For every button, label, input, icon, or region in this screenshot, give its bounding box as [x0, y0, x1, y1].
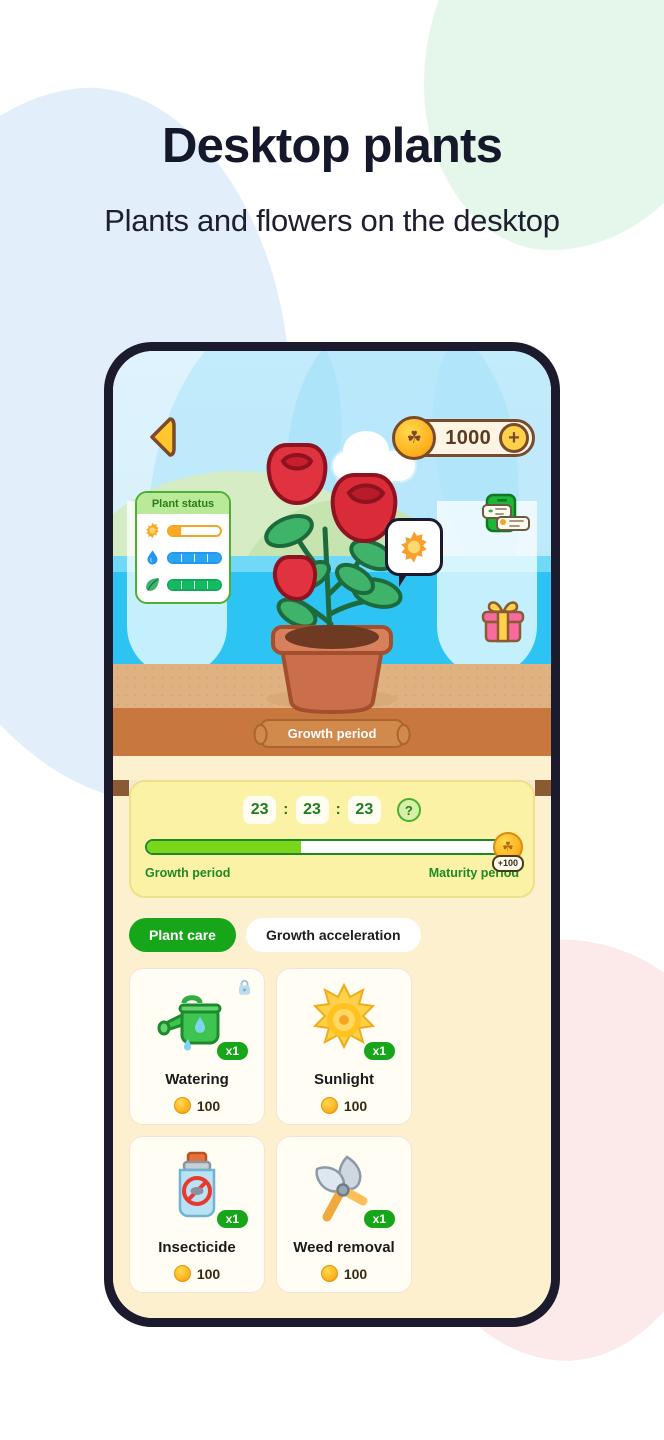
item-quantity: x1: [216, 1210, 248, 1228]
bottom-panel: 23 : 23 : 23 ? ☘ +100 Growth period Matu…: [113, 780, 551, 1318]
sunlight-meter: [167, 524, 222, 537]
plant-status-title: Plant status: [137, 493, 229, 514]
progress-fill: [147, 841, 301, 853]
growth-progress: ☘ +100: [145, 832, 524, 872]
watering-can-icon: x1: [154, 981, 248, 1060]
status-row-sunlight: [144, 522, 222, 539]
tab-plant-care[interactable]: Plant care: [129, 918, 236, 952]
item-quantity: x1: [363, 1210, 395, 1228]
item-quantity: x1: [216, 1042, 248, 1060]
nutrient-meter: [167, 578, 222, 591]
game-scene: ☘ 1000 + Plant status Growth period: [113, 351, 551, 756]
item-name: Sunlight: [314, 1071, 374, 1088]
shears-icon: x1: [301, 1149, 395, 1228]
sun-icon: x1: [301, 981, 395, 1060]
currency-bar[interactable]: ☘ 1000 +: [392, 416, 535, 460]
coin-icon: [320, 1097, 338, 1114]
price-value: 100: [343, 1097, 368, 1114]
timer-colon: :: [335, 801, 341, 818]
help-button[interactable]: ?: [396, 798, 421, 822]
item-card-sunlight[interactable]: x1 Sunlight 100: [276, 968, 412, 1125]
item-card-insecticide[interactable]: x1 Insecticide 100: [129, 1136, 265, 1293]
shelf-post: [535, 780, 551, 796]
header: Desktop plants Plants and flowers on the…: [0, 0, 664, 239]
add-coins-button[interactable]: +: [499, 423, 529, 453]
insecticide-icon: x1: [154, 1149, 248, 1228]
countdown-timer: 23 : 23 : 23 ?: [145, 796, 519, 824]
page-title: Desktop plants: [161, 119, 503, 173]
leaf-icon: [146, 578, 159, 591]
water-meter: [167, 551, 222, 564]
progress-track: [145, 839, 515, 855]
sun-icon: [146, 522, 159, 539]
price-value: 100: [196, 1265, 221, 1282]
tasks-board-icon[interactable]: [481, 493, 533, 539]
coin-icon: ☘: [392, 416, 437, 460]
item-name: Weed removal: [293, 1239, 395, 1256]
back-button[interactable]: [144, 415, 178, 459]
status-row-nutrient: [144, 576, 222, 593]
timer-hours: 23: [243, 796, 277, 824]
sun-icon: [401, 531, 427, 563]
item-price: 100: [320, 1097, 368, 1114]
shelf-post: [113, 780, 129, 796]
item-price: 100: [320, 1265, 368, 1282]
coin-icon: [173, 1265, 191, 1282]
page-subtitle: Plants and flowers on the desktop: [104, 203, 560, 238]
plant-need-bubble[interactable]: [385, 518, 443, 587]
coin-icon: [320, 1265, 338, 1282]
progress-start-label: Growth period: [145, 866, 231, 880]
gift-box-icon[interactable]: [479, 599, 527, 643]
item-name: Watering: [165, 1071, 229, 1088]
coin-amount: 1000: [445, 426, 491, 449]
status-row-water: [144, 549, 222, 566]
item-name: Insecticide: [158, 1239, 236, 1256]
timer-seconds: 23: [347, 796, 381, 824]
stage-banner: Growth period: [253, 719, 411, 748]
water-drop-icon: [147, 550, 158, 565]
timer-minutes: 23: [295, 796, 329, 824]
plant-status-panel: Plant status: [135, 491, 231, 604]
item-price: 100: [173, 1097, 221, 1114]
phone-screen: ☘ 1000 + Plant status Growth period 23:…: [113, 351, 551, 1318]
reward-amount: +100: [491, 855, 524, 872]
item-card-weed-removal[interactable]: x1 Weed removal 100: [276, 1136, 412, 1293]
shop-tabs: Plant care Growth acceleration: [129, 918, 535, 952]
back-chevron-icon: [150, 417, 176, 457]
item-grid: x1 Watering 100 x1 Sunlight 100 x1 Insec…: [129, 968, 535, 1293]
coin-icon: [173, 1097, 191, 1114]
price-value: 100: [196, 1097, 221, 1114]
item-quantity: x1: [363, 1042, 395, 1060]
tab-growth-acceleration[interactable]: Growth acceleration: [245, 918, 421, 952]
app-store-screenshot: Desktop plants Plants and flowers on the…: [0, 0, 664, 1440]
item-price: 100: [173, 1265, 221, 1282]
item-card-watering[interactable]: x1 Watering 100: [129, 968, 265, 1125]
timer-colon: :: [283, 801, 289, 818]
phone-mockup: ☘ 1000 + Plant status Growth period 23:…: [104, 342, 560, 1327]
growth-timer-card: 23 : 23 : 23 ? ☘ +100 Growth period Matu…: [129, 780, 535, 898]
price-value: 100: [343, 1265, 368, 1282]
